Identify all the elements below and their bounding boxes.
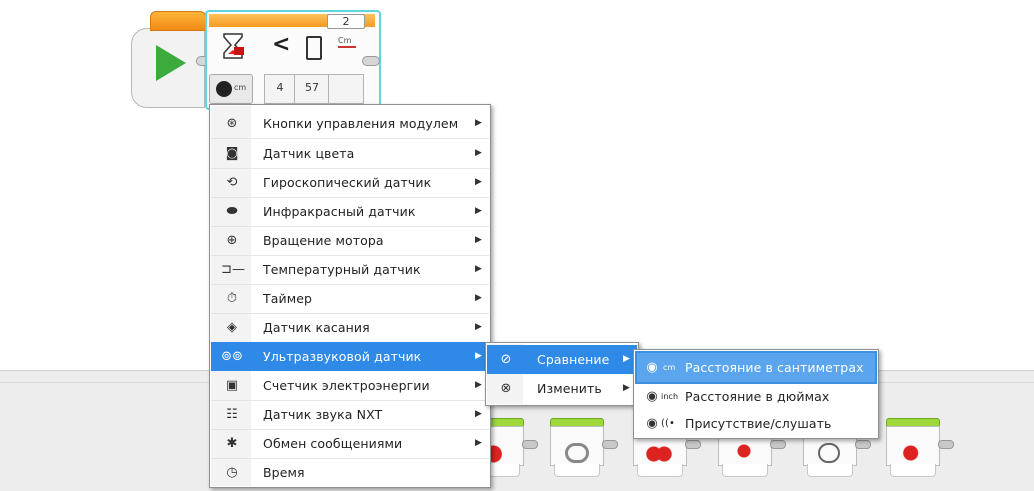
- menu-item-label: Сравнение: [537, 352, 610, 367]
- start-block-tab: [150, 11, 206, 31]
- menu-item-label: Расстояние в дюймах: [685, 389, 830, 404]
- distance-cm-icon: ◉: [646, 359, 658, 375]
- menu-item-distance-cm[interactable]: ◉ cm Расстояние в сантиметрах: [635, 351, 877, 384]
- ultrasonic-submenu: ⊘ Сравнение ▶ ⊗ Изменить ▶: [485, 342, 639, 406]
- submenu-arrow-icon: ▶: [475, 438, 482, 448]
- hourglass-icon: [223, 33, 244, 59]
- unit-label: Cm: [338, 36, 352, 45]
- steering-icon: [565, 443, 589, 463]
- presence-listen-icon: ◉: [646, 415, 658, 431]
- sensor-menu: ⊛ Кнопки управления модулем ▶ ◙ Датчик ц…: [209, 104, 491, 488]
- menu-item-messaging[interactable]: ✱ Обмен сообщениями ▶: [211, 429, 489, 458]
- menu-item-motor-rotation[interactable]: ⊕ Вращение мотора ▶: [211, 226, 489, 255]
- palette-block-move-tank[interactable]: [550, 418, 618, 480]
- measured-output: [328, 74, 364, 104]
- submenu-arrow-icon: ▶: [475, 235, 482, 245]
- menu-item-label: Инфракрасный датчик: [263, 204, 416, 219]
- menu-item-label: Счетчик электроэнергии: [263, 378, 430, 393]
- unit-badge: inch: [661, 392, 679, 401]
- mode-unit-label: cm: [234, 83, 247, 92]
- motor-rotation-icon: ⊕: [226, 232, 238, 248]
- menu-item-sound-sensor[interactable]: ☷ Датчик звука NXT ▶: [211, 400, 489, 429]
- menu-item-label: Вращение мотора: [263, 233, 384, 248]
- motors-icon: [646, 443, 672, 463]
- temperature-sensor-icon: ⊐—: [221, 261, 245, 277]
- menu-item-label: Ультразвуковой датчик: [263, 349, 422, 364]
- unit-badge: ((•: [661, 418, 676, 429]
- port-selector[interactable]: 2: [327, 14, 365, 29]
- play-icon[interactable]: [156, 45, 186, 81]
- sequence-plug-out: [362, 56, 380, 66]
- submenu-arrow-icon: ▶: [475, 293, 482, 303]
- submenu-arrow-icon: ▶: [475, 206, 482, 216]
- menu-item-label: Датчик звука NXT: [263, 407, 383, 422]
- submenu-arrow-icon: ▶: [475, 264, 482, 274]
- compare-icon: ⊘: [500, 351, 512, 367]
- submenu-arrow-icon: ▶: [623, 383, 630, 393]
- submenu-arrow-icon: ▶: [475, 118, 482, 128]
- menu-item-compare[interactable]: ⊘ Сравнение ▶: [487, 345, 637, 374]
- menu-item-label: Время: [263, 465, 305, 480]
- menu-item-label: Температурный датчик: [263, 262, 421, 277]
- menu-item-label: Изменить: [537, 381, 602, 396]
- change-icon: ⊗: [500, 380, 512, 396]
- play-icon: [818, 443, 840, 463]
- menu-item-color-sensor[interactable]: ◙ Датчик цвета ▶: [211, 139, 489, 168]
- submenu-arrow-icon: ▶: [475, 380, 482, 390]
- menu-item-timer[interactable]: ⏱ Таймер ▶: [211, 284, 489, 313]
- submenu-arrow-icon: ▶: [475, 351, 482, 361]
- palette-block-motor[interactable]: [886, 418, 954, 480]
- menu-item-gyro-sensor[interactable]: ⟲ Гироскопический датчик ▶: [211, 168, 489, 197]
- gyro-sensor-icon: ⟲: [226, 174, 238, 190]
- menu-item-label: Расстояние в сантиметрах: [685, 360, 864, 375]
- submenu-arrow-icon: ▶: [475, 148, 482, 158]
- menu-item-distance-inch[interactable]: ◉ inch Расстояние в дюймах: [635, 382, 877, 411]
- pin-icon: [731, 443, 757, 463]
- timer-icon: ⏱: [226, 290, 238, 306]
- infrared-sensor-icon: ⬬: [226, 203, 238, 219]
- menu-item-label: Датчик касания: [263, 320, 370, 335]
- threshold-field[interactable]: 57: [294, 74, 330, 104]
- brick-buttons-icon: ⊛: [226, 115, 238, 131]
- ultrasonic-device-icon: [306, 36, 322, 60]
- bluetooth-icon: ✱: [226, 435, 238, 451]
- energy-meter-icon: ▣: [225, 377, 239, 393]
- submenu-arrow-icon: ▶: [475, 177, 482, 187]
- menu-item-energy-meter[interactable]: ▣ Счетчик электроэнергии ▶: [211, 371, 489, 400]
- menu-item-touch-sensor[interactable]: ◈ Датчик касания ▶: [211, 313, 489, 342]
- submenu-arrow-icon: ▶: [475, 409, 482, 419]
- distance-inch-icon: ◉: [646, 388, 658, 404]
- menu-item-time[interactable]: ◷ Время: [211, 458, 489, 487]
- touch-sensor-icon: ◈: [227, 319, 237, 335]
- compare-type-icon: <: [272, 32, 291, 57]
- menu-item-brick-buttons[interactable]: ⊛ Кнопки управления модулем ▶: [211, 109, 489, 138]
- unit-badge: cm: [663, 363, 676, 372]
- menu-item-temperature-sensor[interactable]: ⊐— Температурный датчик ▶: [211, 255, 489, 284]
- compare-type-field[interactable]: 4: [264, 74, 296, 104]
- menu-item-label: Присутствие/слушать: [685, 416, 832, 431]
- menu-item-label: Кнопки управления модулем: [263, 116, 459, 131]
- menu-item-label: Датчик цвета: [263, 146, 355, 161]
- sound-sensor-icon: ☷: [226, 406, 238, 422]
- submenu-arrow-icon: ▶: [623, 354, 630, 364]
- ultrasonic-sensor-icon: ⊚⊚: [221, 348, 243, 364]
- ultrasonic-mode-icon: [216, 81, 232, 97]
- compare-submenu: ◉ cm Расстояние в сантиметрах ◉ inch Рас…: [633, 349, 879, 439]
- menu-item-label: Обмен сообщениями: [263, 436, 403, 451]
- menu-item-ultrasonic-sensor[interactable]: ⊚⊚ Ультразвуковой датчик ▶: [211, 342, 489, 371]
- menu-item-infrared-sensor[interactable]: ⬬ Инфракрасный датчик ▶: [211, 197, 489, 226]
- submenu-arrow-icon: ▶: [475, 322, 482, 332]
- color-sensor-icon: ◙: [225, 145, 239, 161]
- menu-item-change[interactable]: ⊗ Изменить ▶: [487, 374, 637, 403]
- menu-item-label: Таймер: [263, 291, 313, 306]
- menu-item-presence-listen[interactable]: ◉ ((• Присутствие/слушать: [635, 409, 877, 438]
- distance-unit-icon: Cm: [338, 36, 356, 48]
- menu-item-label: Гироскопический датчик: [263, 175, 432, 190]
- time-icon: ◷: [226, 464, 238, 480]
- motor-red-icon: [899, 443, 925, 463]
- start-block[interactable]: [131, 11, 206, 108]
- mode-selector-button[interactable]: cm: [209, 74, 253, 104]
